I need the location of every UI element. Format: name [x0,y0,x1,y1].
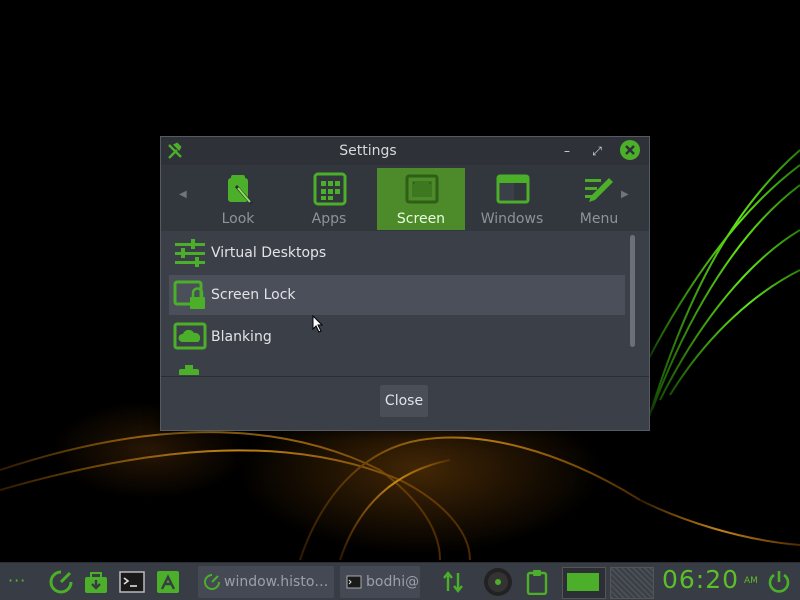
blanking-icon [173,322,207,350]
tab-label: Look [221,211,255,227]
tab-label: Windows [480,211,544,227]
tab-label: Menu [579,211,619,227]
clock[interactable]: 06:20 [662,565,739,594]
screen-lock-icon [173,280,205,309]
task-label: bodhi@ [366,574,420,590]
power-icon[interactable] [766,569,792,595]
window-icon [496,174,530,204]
window-history-icon [204,574,220,590]
titlebar[interactable]: Settings – ⤢ [161,137,649,165]
task-label: window.histo… [224,574,329,590]
desktop-pager-1[interactable] [562,567,606,599]
tab-screen[interactable]: Screen [377,168,465,230]
list-item-blanking[interactable]: Blanking [169,317,625,357]
pager-window-thumbnail [567,573,599,591]
close-icon [625,145,635,155]
tab-label: Screen [396,211,446,227]
tab-menu[interactable]: Menu [555,168,643,230]
tab-label: Apps [311,211,347,227]
scroll-left-icon[interactable]: ◀ [179,189,187,200]
launcher-icon[interactable] [48,569,74,595]
list-item-label: Blanking [211,329,272,345]
menu-pencil-icon [585,178,613,202]
tab-look[interactable]: Look [194,168,282,230]
minimize-button[interactable]: – [557,141,577,161]
mouse-cursor-icon [312,315,324,333]
list-item-screen-lock[interactable]: Screen Lock [169,275,625,315]
sliders-icon [175,239,205,267]
media-disc-icon[interactable] [483,567,513,597]
list-item-label: Virtual Desktops [211,245,327,261]
screen-icon [405,174,439,204]
clock-ampm: AM [744,576,758,586]
taskbar: ··· window.histo… bodhi@ 06:20 AM [0,562,800,600]
divider [161,376,649,377]
task-terminal[interactable]: bodhi@ [340,566,420,598]
clipboard-icon[interactable] [524,569,550,595]
list-item-virtual-desktops[interactable]: Virtual Desktops [169,233,625,273]
scroll-right-icon[interactable]: ▶ [621,189,629,200]
close-button[interactable]: Close [380,385,428,417]
list-item-label: Screen Lock [211,287,296,303]
close-window-button[interactable] [620,140,640,160]
terminal-launcher-icon[interactable] [119,569,145,595]
package-install-icon[interactable] [83,569,109,595]
apps-grid-icon [313,172,347,206]
scrollbar[interactable] [628,233,638,375]
maximize-button[interactable]: ⤢ [587,141,607,161]
list-item-partial[interactable] [169,359,625,375]
tab-apps[interactable]: Apps [285,168,373,230]
look-icon [228,175,254,205]
task-window-history[interactable]: window.histo… [198,566,334,598]
tab-windows[interactable]: Windows [468,168,556,230]
window-title: Settings [339,143,397,159]
more-dots-button[interactable]: ··· [8,571,26,600]
settings-tools-icon[interactable] [155,569,181,595]
scrollbar-thumb[interactable] [630,235,635,347]
desktop-pager-2[interactable] [610,567,654,599]
tab-bar: ◀ Look Apps Screen Windows Menu ▶ [161,165,649,231]
network-transfer-icon[interactable] [440,569,466,595]
settings-window: Settings – ⤢ ◀ Look Apps Screen Windows … [160,136,650,431]
settings-list: Virtual Desktops Screen Lock Blanking [161,233,627,375]
desktop: Settings – ⤢ ◀ Look Apps Screen Windows … [0,0,800,600]
terminal-icon [346,575,362,589]
partial-item-icon [179,365,199,375]
